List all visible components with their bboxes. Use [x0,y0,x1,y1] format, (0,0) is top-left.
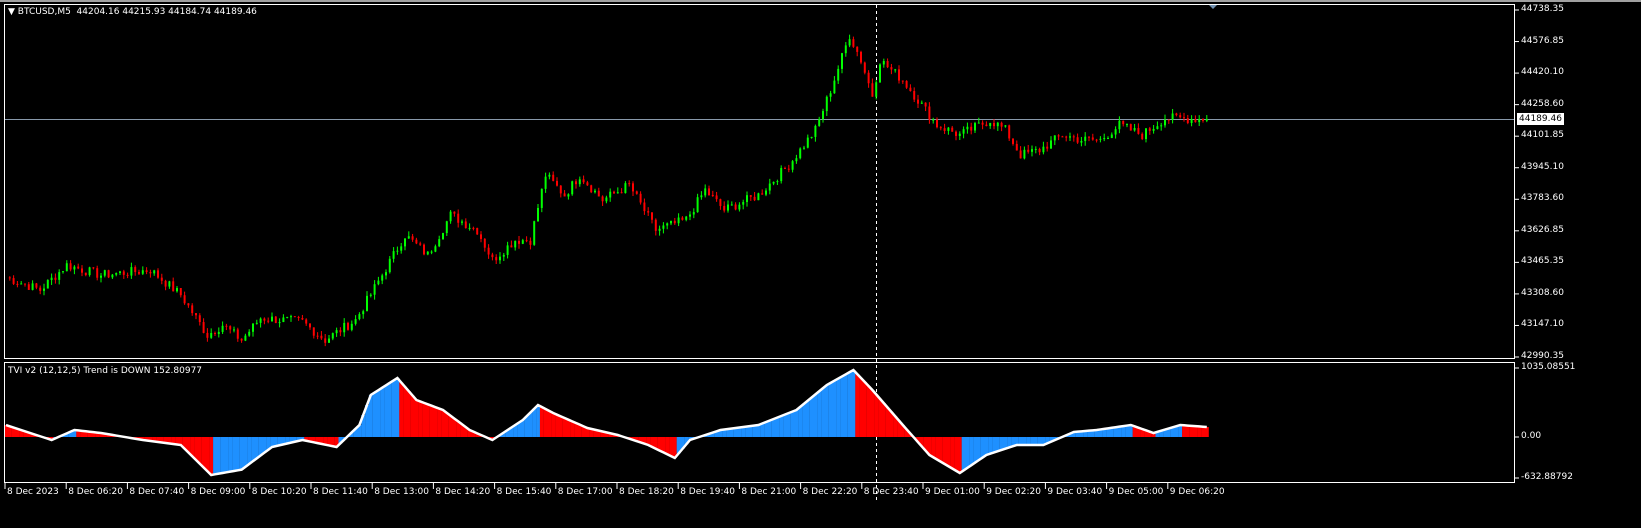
time-axis-tick: 8 Dec 11:40 [313,487,368,497]
indicator-axis-tick: 1035.08551 [1521,362,1576,372]
indicator-label: TVI v2 (12,12,5) Trend is DOWN 152.80977 [8,366,203,376]
bid-price-label: 44189.46 [1517,113,1564,125]
price-axis-tick: 44420.10 [1521,67,1564,78]
price-chart-frame[interactable] [4,4,1515,359]
price-axis-tick: 44576.85 [1521,35,1564,46]
time-axis-tick: 8 Dec 18:20 [619,487,674,497]
time-axis-tick: 8 Dec 17:00 [557,487,613,497]
time-axis-tick: 9 Dec 06:20 [1169,487,1225,497]
price-axis-tick: 44258.60 [1521,98,1564,109]
time-axis-tick: 8 Dec 2023 [7,487,59,497]
price-axis-tick: 42990.35 [1521,351,1564,361]
indicator-axis-tick: -632.88792 [1521,472,1573,482]
price-axis-tick: 43626.85 [1521,224,1564,235]
symbol-label: BTCUSD,M5 [17,7,71,17]
time-axis-tick: 8 Dec 15:40 [496,487,552,497]
price-axis-tick: 44738.35 [1521,4,1564,14]
time-axis-tick: 8 Dec 19:40 [680,487,735,497]
indicator-subwindow-frame[interactable] [4,362,1515,483]
ohlc-values: 44204.16 44215.93 44184.74 44189.46 [76,7,257,17]
symbol-header: ▼ BTCUSD,M5 44204.16 44215.93 44184.74 4… [8,7,257,17]
time-axis-tick: 8 Dec 23:40 [863,487,919,497]
time-axis-tick: 8 Dec 13:00 [374,487,429,497]
price-axis-tick: 43783.60 [1521,193,1564,204]
time-axis-tick: 8 Dec 06:20 [68,487,123,497]
price-axis-tick: 43147.10 [1521,319,1564,330]
time-axis-tick: 8 Dec 07:40 [129,487,185,497]
time-axis-tick: 8 Dec 22:20 [802,487,858,497]
time-axis-tick: 9 Dec 02:20 [986,487,1041,497]
price-axis-tick: 43308.60 [1521,287,1564,298]
price-axis-tick: 43945.10 [1521,161,1564,172]
collapse-triangle-icon[interactable]: ▼ [8,7,15,17]
price-axis-tick: 44101.85 [1521,130,1564,141]
indicator-axis-tick: 0.00 [1521,431,1542,441]
time-axis-tick: 9 Dec 03:40 [1047,487,1103,497]
time-axis-tick: 9 Dec 05:00 [1108,487,1164,497]
time-axis-tick: 8 Dec 10:20 [251,487,307,497]
time-axis-tick: 8 Dec 09:00 [190,487,246,497]
time-axis-tick: 8 Dec 14:20 [435,487,491,497]
time-axis-tick: 8 Dec 21:00 [741,487,797,497]
price-axis-tick: 43465.35 [1521,256,1564,267]
time-axis-tick: 9 Dec 01:00 [925,487,980,497]
